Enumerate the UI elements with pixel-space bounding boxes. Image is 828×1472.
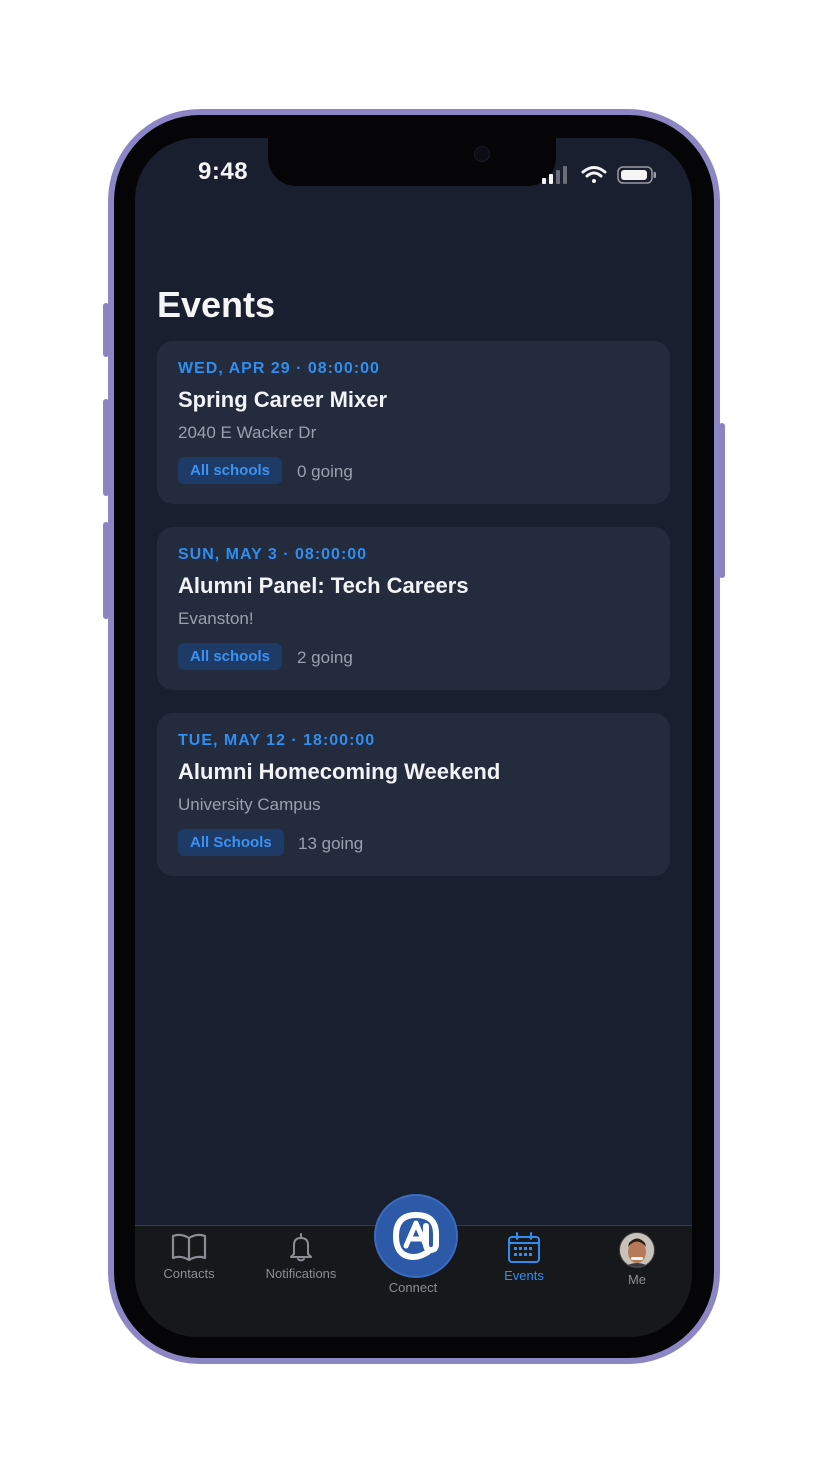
wifi-icon — [581, 166, 607, 183]
event-location: University Campus — [178, 795, 321, 814]
event-date: TUE, MAY 12 · 18:00:00 — [178, 732, 376, 749]
event-title: Spring Career Mixer — [178, 387, 388, 412]
camera-icon — [474, 146, 490, 162]
event-card[interactable]: SUN, MAY 3 · 08:00:00 Alumni Panel: Tech… — [157, 527, 670, 690]
home-indicator-area — [135, 1316, 692, 1336]
bell-icon — [290, 1233, 312, 1262]
battery-icon — [617, 166, 656, 184]
school-badge: All Schools — [178, 829, 284, 856]
at-sign-icon — [393, 1212, 439, 1260]
status-time: 9:48 — [198, 158, 249, 185]
volume-up-button — [103, 399, 109, 496]
tab-events[interactable]: Events — [469, 1232, 579, 1283]
going-count: 13 going — [298, 834, 364, 853]
going-count: 0 going — [297, 462, 353, 481]
connect-button[interactable] — [374, 1194, 458, 1278]
tab-label: Notifications — [265, 1266, 337, 1281]
event-location: Evanston! — [178, 609, 254, 628]
tab-contacts[interactable]: Contacts — [134, 1232, 244, 1281]
mute-switch — [103, 303, 109, 357]
tab-label: Me — [627, 1272, 647, 1287]
tab-label: Contacts — [163, 1266, 215, 1281]
event-title: Alumni Panel: Tech Careers — [178, 573, 469, 598]
event-card[interactable]: WED, APR 29 · 08:00:00 Spring Career Mix… — [157, 341, 670, 504]
book-icon — [171, 1233, 207, 1262]
tab-me[interactable]: Me — [582, 1232, 692, 1287]
event-location: 2040 E Wacker Dr — [178, 423, 317, 442]
tab-label: Events — [504, 1268, 544, 1283]
event-title: Alumni Homecoming Weekend — [178, 759, 501, 784]
status-icons — [542, 166, 656, 184]
avatar — [619, 1232, 655, 1268]
going-count: 2 going — [297, 648, 353, 667]
event-card[interactable]: TUE, MAY 12 · 18:00:00 Alumni Homecoming… — [157, 713, 670, 876]
notch — [268, 138, 556, 186]
power-button — [719, 423, 725, 578]
school-badge: All schools — [178, 643, 283, 670]
tab-notifications[interactable]: Notifications — [246, 1232, 356, 1281]
volume-down-button — [103, 522, 109, 619]
page-title: Events — [157, 284, 276, 325]
event-date: SUN, MAY 3 · 08:00:00 — [178, 546, 368, 563]
cellular-signal-icon — [542, 166, 567, 184]
school-badge: All schools — [178, 457, 283, 484]
tab-connect-label: Connect — [388, 1280, 438, 1295]
event-date: WED, APR 29 · 08:00:00 — [178, 360, 380, 377]
calendar-icon — [508, 1232, 540, 1263]
